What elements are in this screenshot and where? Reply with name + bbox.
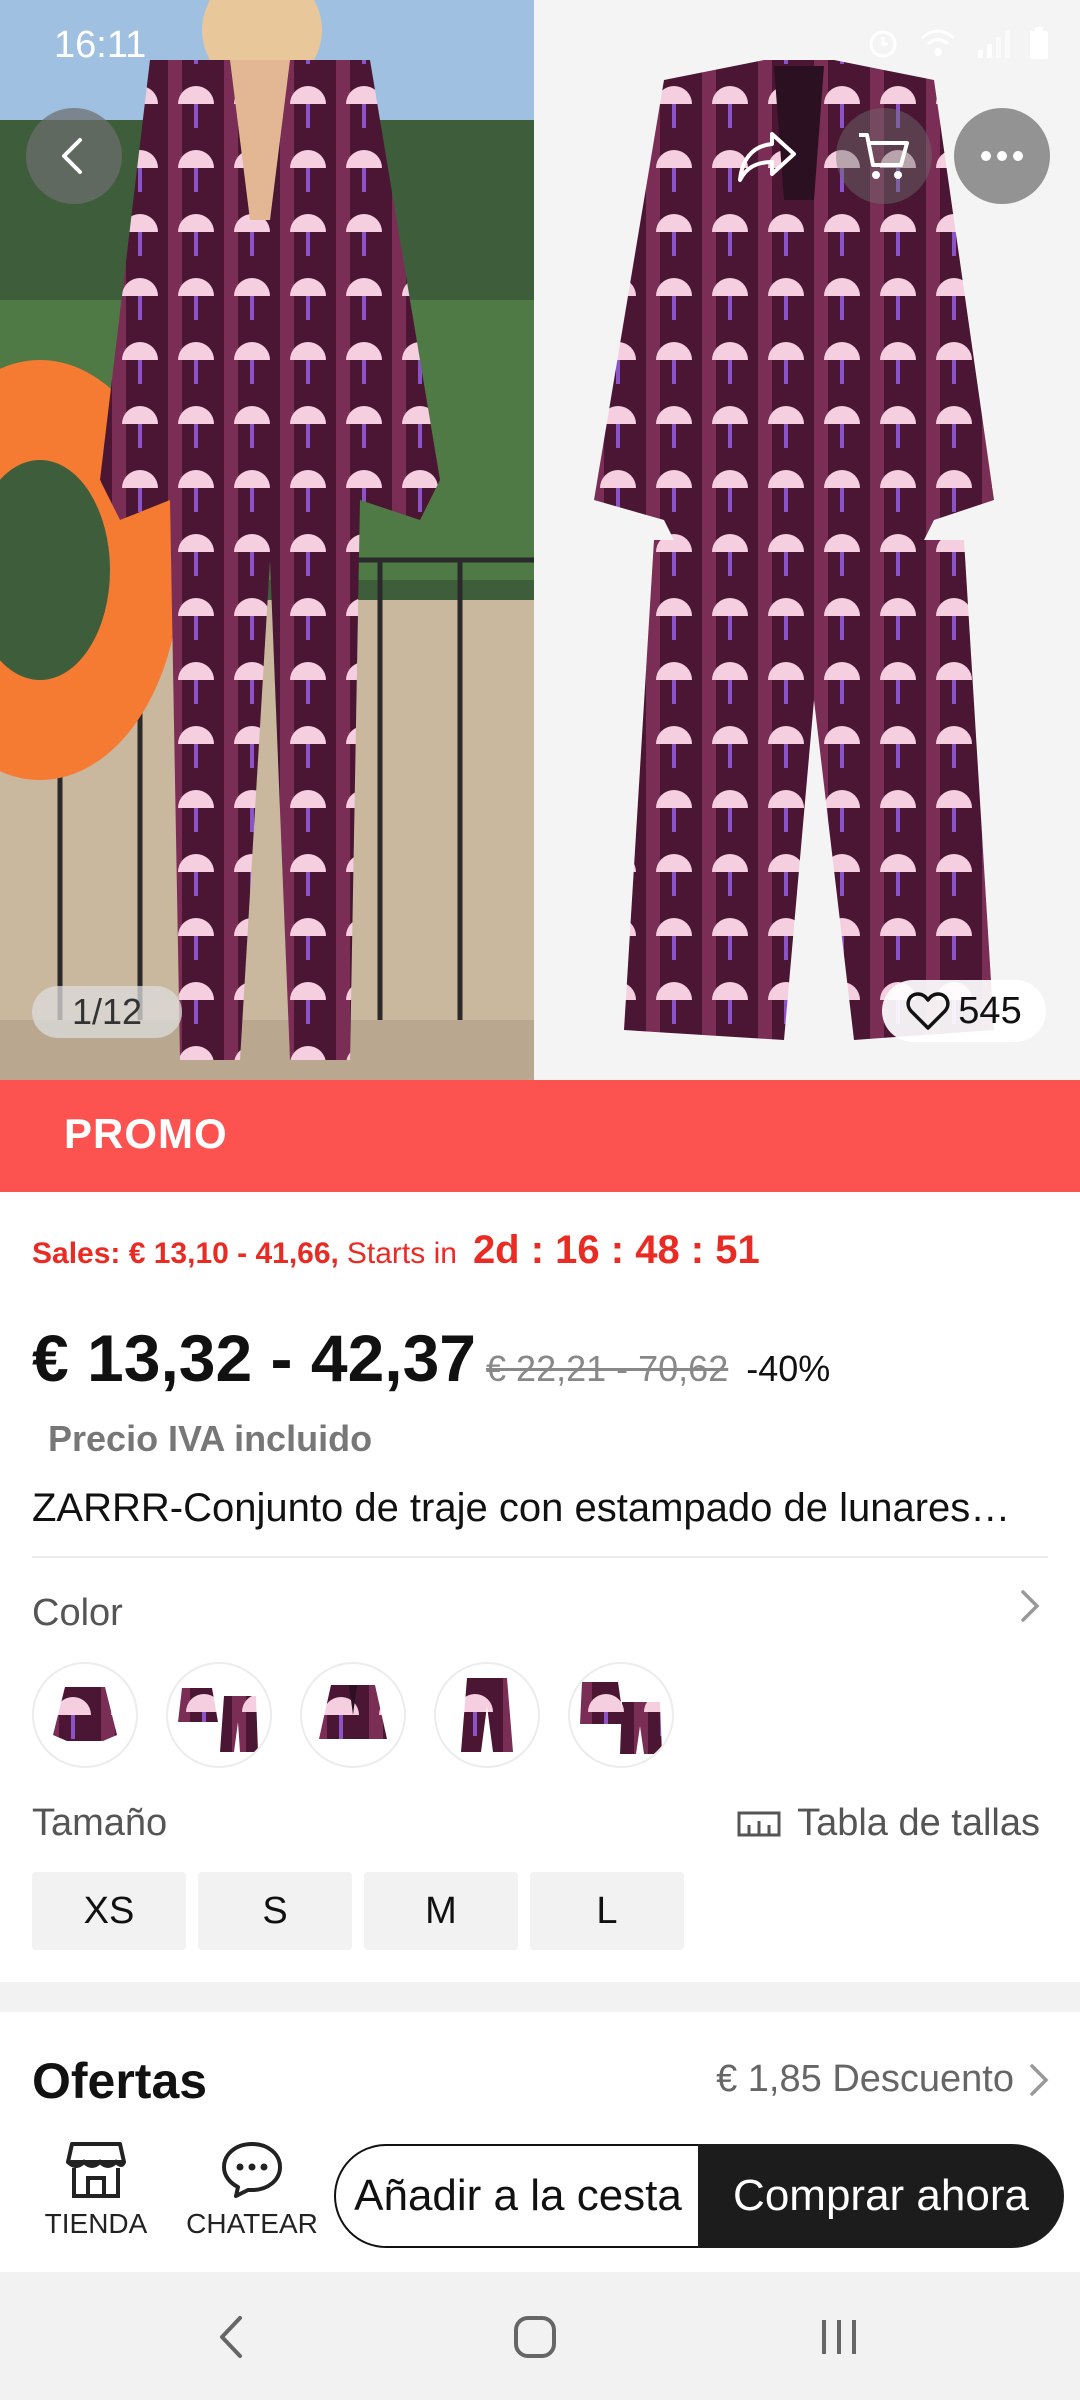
product-title[interactable]: ZARRR-Conjunto de traje con estampado de… — [32, 1486, 1052, 1531]
size-option-s[interactable]: S — [198, 1872, 352, 1950]
store-button[interactable]: TIENDA — [36, 2140, 156, 2258]
image-counter: 1/12 — [32, 986, 182, 1038]
section-divider — [0, 1982, 1080, 2012]
promo-label: PROMO — [64, 1110, 228, 1157]
color-swatch-trousers[interactable] — [434, 1662, 540, 1768]
original-price: € 22,21 - 70,62 — [486, 1348, 729, 1389]
cart-icon — [859, 133, 909, 179]
color-chevron-icon[interactable] — [1010, 1586, 1050, 1626]
color-swatch-set[interactable] — [568, 1662, 674, 1768]
bottom-action-bar: TIENDA CHATEAR Añadir a la cesta Comprar… — [0, 2126, 1080, 2272]
chevron-right-icon — [1030, 2063, 1049, 2096]
product-gallery[interactable]: 16:11 1/12 545 — [0, 0, 1080, 1080]
color-swatch-blazer-and-trousers[interactable] — [166, 1662, 272, 1768]
buy-now-button[interactable]: Comprar ahora — [698, 2144, 1064, 2248]
share-button[interactable] — [720, 108, 816, 204]
system-navigation-bar — [0, 2272, 1080, 2400]
offers-title: Ofertas — [32, 2053, 208, 2109]
ruler-icon — [737, 1811, 781, 1836]
chat-label: CHATEAR — [186, 2208, 318, 2239]
current-price: € 13,32 - 42,37 — [32, 1321, 477, 1395]
system-recents-button[interactable] — [804, 2304, 874, 2370]
wifi-icon — [918, 26, 958, 65]
size-chart-link[interactable]: Tabla de tallas — [737, 1802, 1040, 1845]
more-icon — [981, 151, 1023, 161]
color-swatches — [32, 1662, 674, 1768]
system-home-button[interactable] — [500, 2304, 570, 2370]
size-chart-label: Tabla de tallas — [797, 1802, 1040, 1844]
add-to-cart-button[interactable]: Añadir a la cesta — [334, 2144, 700, 2248]
price-block: € 13,32 - 42,37 € 22,21 - 70,62 -40% — [32, 1320, 830, 1396]
status-bar: 16:11 — [0, 0, 1080, 90]
size-label: Tamaño — [32, 1802, 168, 1844]
back-arrow-icon — [62, 138, 82, 174]
color-label: Color — [32, 1592, 123, 1634]
vat-note: Precio IVA incluido — [48, 1418, 373, 1459]
back-button[interactable] — [26, 108, 122, 204]
chat-icon — [222, 2142, 282, 2198]
system-recents-icon — [822, 2320, 856, 2354]
likes-count: 545 — [958, 989, 1022, 1032]
store-label: TIENDA — [44, 2208, 148, 2239]
countdown-timer: 2d : 16 : 48 : 51 — [472, 1228, 760, 1272]
battery-icon — [1028, 26, 1050, 65]
wishlist-button[interactable]: 545 — [882, 980, 1046, 1042]
size-option-m[interactable]: M — [364, 1872, 518, 1950]
status-time: 16:11 — [54, 24, 147, 66]
cart-button[interactable] — [836, 108, 932, 204]
store-icon — [66, 2142, 126, 2198]
divider — [32, 1556, 1048, 1558]
size-options: XS S M L — [32, 1872, 684, 1950]
sales-info: Sales: € 13,10 - 41,66, Starts in 2d : 1… — [32, 1228, 760, 1273]
sales-price-range: Sales: € 13,10 - 41,66, — [32, 1237, 339, 1270]
size-option-xs[interactable]: XS — [32, 1872, 186, 1950]
system-back-icon — [220, 2316, 242, 2358]
share-icon — [738, 132, 796, 182]
color-swatch-blazer[interactable] — [32, 1662, 138, 1768]
offers-value: € 1,85 Descuento — [716, 2058, 1014, 2100]
heart-icon — [906, 992, 950, 1030]
starts-in-label: Starts in — [346, 1237, 457, 1270]
offers-row[interactable]: € 1,85 Descuento — [716, 2058, 1050, 2101]
alarm-icon — [866, 26, 900, 65]
discount-percent: -40% — [746, 1348, 831, 1389]
system-home-icon — [514, 2316, 556, 2358]
chat-button[interactable]: CHATEAR — [182, 2140, 322, 2258]
color-swatch-blazer-front[interactable] — [300, 1662, 406, 1768]
system-back-button[interactable] — [196, 2304, 266, 2370]
size-option-l[interactable]: L — [530, 1872, 684, 1950]
signal-icon — [976, 26, 1010, 65]
more-options-button[interactable] — [954, 108, 1050, 204]
promo-banner: PROMO — [0, 1080, 1080, 1192]
